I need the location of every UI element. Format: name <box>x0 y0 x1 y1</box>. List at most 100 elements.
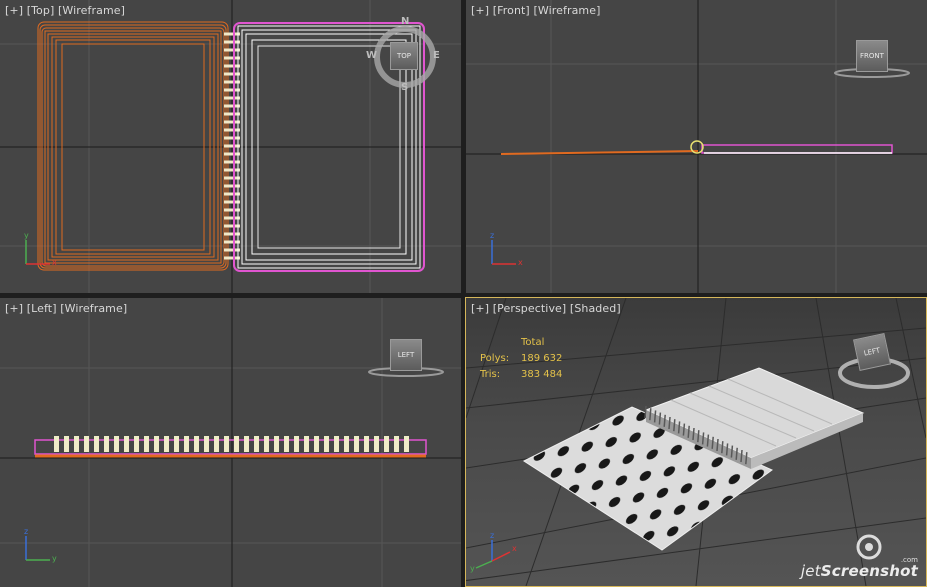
compass-north: N <box>401 16 410 27</box>
axis-tripod <box>475 540 511 569</box>
viewcube-perspective[interactable]: LEFT <box>853 333 891 371</box>
spiral-ring <box>144 436 149 452</box>
spiral-ring <box>314 436 319 452</box>
view-name-menu: [Front] <box>492 4 530 17</box>
spiral-ring <box>304 436 309 452</box>
spiral-ring <box>84 436 89 452</box>
compass-east: E <box>433 50 440 61</box>
spiral-ring <box>374 436 379 452</box>
axis-y-label: y <box>52 554 57 563</box>
spiral-ring <box>204 436 209 452</box>
axis-tripod <box>25 536 50 561</box>
spiral-ring <box>124 436 129 452</box>
spiral-ring <box>644 405 647 419</box>
viewport-perspective[interactable]: [+] [Perspective] [Shaded] Total Polys: 1… <box>465 297 927 587</box>
axis-x-label: x <box>512 544 517 553</box>
shading-mode-menu: [Wireframe] <box>57 4 126 17</box>
spiral-ring <box>725 443 729 456</box>
spiral-ring <box>697 430 700 443</box>
spiral-ring <box>364 436 369 452</box>
spiral-ring <box>344 436 349 452</box>
spiral-ring <box>653 410 657 423</box>
spiral-ring <box>214 436 219 452</box>
viewcube-left[interactable]: LEFT <box>390 339 422 371</box>
spiral-ring <box>74 436 79 452</box>
spiral-ring <box>254 436 259 452</box>
spiral-ring <box>114 436 119 452</box>
spiral-ring <box>735 447 738 460</box>
spiral-ring <box>701 432 705 445</box>
shading-mode-menu: [Shaded] <box>569 302 621 315</box>
spiral-ring <box>264 436 269 452</box>
axis-z-label: z <box>24 527 29 536</box>
compass-south: S <box>401 82 409 93</box>
spiral-ring <box>649 408 652 421</box>
axis-z-label: z <box>490 531 495 540</box>
spiral-ring <box>721 441 724 454</box>
viewport-front[interactable]: [+] [Front] [Wireframe] FRONT z x <box>466 0 927 293</box>
spiral-ring <box>740 449 743 463</box>
spiral-ring <box>64 436 69 452</box>
viewport-menu-button: [+] <box>5 302 24 315</box>
shading-mode-menu: [Wireframe] <box>60 302 128 315</box>
spiral-ring <box>294 436 299 452</box>
axis-tripod <box>491 240 516 265</box>
viewport-top[interactable]: [+] [Top] [Wireframe] TOP N S E W y x <box>0 0 461 293</box>
spiral-ring <box>711 436 714 449</box>
spiral-ring <box>284 436 289 452</box>
watermark-logo: jetScreenshot <box>801 562 918 580</box>
viewcube-top[interactable]: TOP <box>390 42 418 70</box>
view-name-menu: [Perspective] <box>492 302 567 315</box>
view-name-menu: [Left] <box>26 302 57 315</box>
axis-x-label: x <box>518 258 523 267</box>
spiral-ring <box>716 438 719 452</box>
viewport-label[interactable]: [+] [Top] [Wireframe] <box>5 4 125 17</box>
spiral-ring <box>730 445 734 458</box>
axis-y-label: y <box>470 564 475 573</box>
axis-z-label: z <box>490 231 495 240</box>
spiral-ring <box>164 436 169 452</box>
tris-value: 383 484 <box>521 369 563 380</box>
polys-value: 189 632 <box>521 353 563 364</box>
viewport-label[interactable]: [+] [Front] [Wireframe] <box>471 4 600 17</box>
axis-x-label: x <box>52 258 57 267</box>
spiral-ring <box>324 436 329 452</box>
compass-west: W <box>366 50 378 61</box>
spiral-ring <box>94 436 99 452</box>
shading-mode-menu: [Wireframe] <box>533 4 601 17</box>
stats-header: Total <box>521 337 545 348</box>
spiral-ring <box>404 436 409 452</box>
spiral-ring <box>673 419 676 432</box>
viewport-label[interactable]: [+] [Perspective] [Shaded] <box>471 302 621 315</box>
spiral-ring <box>682 423 686 436</box>
viewport-menu-button: [+] <box>5 4 24 17</box>
spiral-ring <box>334 436 339 452</box>
spiral-ring <box>54 436 59 452</box>
viewport-left[interactable]: [+] [Left] [Wireframe] LEFT z y <box>0 298 461 587</box>
viewport-menu-button: [+] <box>471 302 490 315</box>
spiral-ring <box>224 436 229 452</box>
spiral-ring <box>394 436 399 452</box>
spiral-ring <box>244 436 249 452</box>
spiral-ring <box>354 436 359 452</box>
spiral-ring <box>134 436 139 452</box>
viewport-menu-button: [+] <box>471 4 490 17</box>
tris-label: Tris: <box>480 369 501 380</box>
spiral-ring <box>384 436 389 452</box>
viewcube-front[interactable]: FRONT <box>856 40 888 72</box>
spiral-ring <box>194 436 199 452</box>
spiral-ring <box>687 425 690 438</box>
spiral-ring <box>184 436 189 452</box>
spiral-ring <box>706 434 710 447</box>
watermark-prefix: jet <box>800 562 821 580</box>
spiral-ring <box>174 436 179 452</box>
spiral-ring <box>234 436 239 452</box>
camera-logo-icon <box>856 534 882 560</box>
spiral-ring <box>274 436 279 452</box>
axis-y-label: y <box>24 231 29 240</box>
scene-statistics: Total Polys: 189 632 Tris: 383 484 <box>480 335 562 383</box>
view-name-menu: [Top] <box>26 4 55 17</box>
polys-label: Polys: <box>480 353 510 364</box>
viewport-label[interactable]: [+] [Left] [Wireframe] <box>5 302 127 315</box>
spiral-ring <box>745 452 748 465</box>
